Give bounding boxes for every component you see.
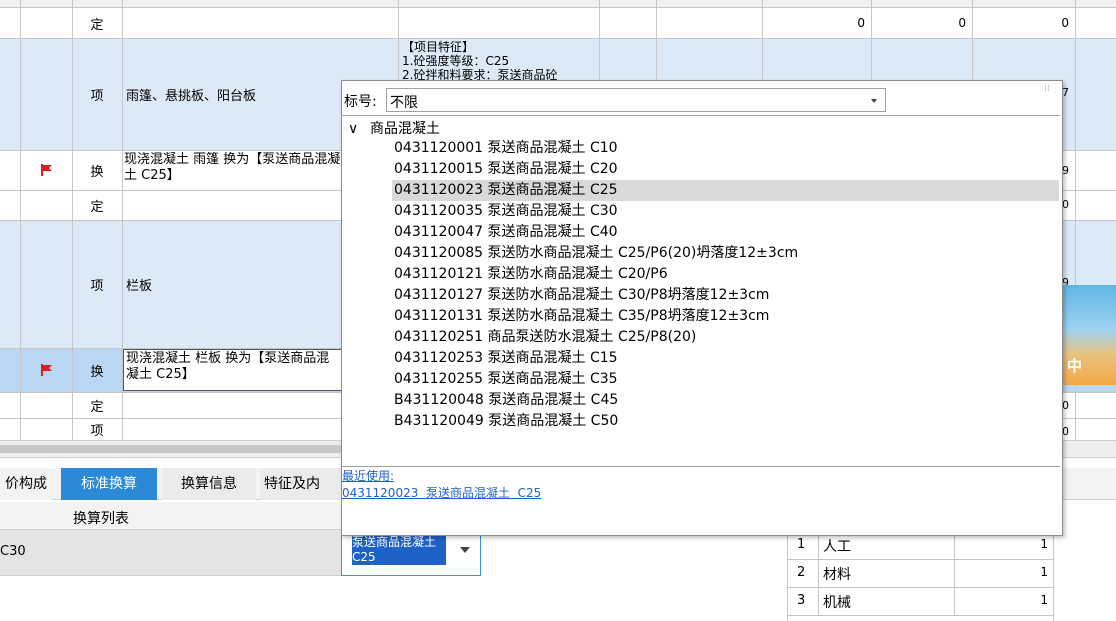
tab-standard-conversion[interactable]: 标准换算 — [61, 468, 157, 500]
widget-label: 中 — [1067, 357, 1083, 375]
list-item[interactable]: 0431120085 泵送防水商品混凝土 C25/P6(20)坍落度12±3cm — [394, 243, 798, 264]
item-name[interactable]: 现浇混凝土 雨篷 换为【泵送商品混凝土 C25】 — [124, 152, 342, 188]
list-item[interactable]: B431120049 泵送商品混凝土 C50 — [394, 411, 618, 432]
list-item-selected[interactable]: 0431120023 泵送商品混凝土 C25 — [392, 180, 1059, 201]
row-value: 1 — [1040, 593, 1048, 607]
list-item[interactable]: 0431120015 泵送商品混凝土 C20 — [394, 159, 618, 180]
chevron-down-icon[interactable] — [871, 99, 877, 103]
resize-grip-icon[interactable]: ⁞⁞ — [1044, 84, 1050, 94]
chevron-down-icon[interactable]: ∨ — [348, 119, 362, 140]
group-label: 商品混凝土 — [370, 121, 440, 137]
conversion-list-title: 换算列表 — [73, 511, 129, 527]
filter-select[interactable]: 不限 — [386, 88, 886, 112]
flag-icon — [20, 150, 72, 190]
conversion-list-header — [0, 502, 341, 530]
combobox-value: 泵送商品混凝土 C25 — [352, 535, 446, 565]
list-item[interactable]: 0431120131 泵送防水商品混凝土 C35/P8坍落度12±3cm — [394, 306, 769, 327]
row-index: 3 — [797, 593, 806, 608]
item-name-editor[interactable]: 现浇混凝土 栏板 换为【泵送商品混凝土 C25】 — [123, 349, 343, 391]
row-type: 定 — [90, 199, 104, 215]
item-feature[interactable]: 【项目特征】 1.砼强度等级：C25 2.砼拌和料要求：泵送商品砼 — [402, 40, 598, 82]
filter-label: 标号: — [344, 94, 377, 110]
filter-value: 不限 — [390, 95, 418, 111]
tree-group[interactable]: ∨ 商品混凝土 — [348, 119, 440, 140]
list-item[interactable]: 0431120127 泵送防水商品混凝土 C30/P8坍落度12±3cm — [394, 285, 769, 306]
list-item[interactable]: 0431120035 泵送商品混凝土 C30 — [394, 201, 618, 222]
total-cell: 0 — [1062, 197, 1069, 211]
tab-conversion-info[interactable]: 换算信息 — [162, 468, 256, 500]
row-index: 1 — [797, 537, 806, 552]
list-item[interactable]: 0431120251 商品泵送防水混凝土 C25/P8(20) — [394, 327, 696, 348]
floating-widget[interactable]: 中 — [1061, 285, 1116, 385]
recent-item-link[interactable]: 0431120023 泵送商品混凝土 C25 — [342, 484, 541, 501]
total-cell: 9 — [1062, 163, 1069, 177]
scrollbar-thumb[interactable] — [0, 445, 341, 453]
total-cell: 0 — [1061, 16, 1069, 30]
list-item[interactable]: 0431120047 泵送商品混凝土 C40 — [394, 222, 618, 243]
total-cell: 0 — [1062, 424, 1069, 438]
row-name: 人工 — [823, 539, 851, 555]
row-value: 1 — [1040, 537, 1048, 551]
material-dropdown[interactable]: 标号: 不限 ⁞⁞ ∨ 商品混凝土 0431120001 泵送商品混凝土 C10 … — [341, 80, 1063, 536]
table-row[interactable]: 2 材料 1 — [787, 559, 1054, 588]
concrete-combobox[interactable]: 泵送商品混凝土 C25 — [341, 530, 481, 576]
row-type: 换 — [90, 164, 104, 180]
list-item[interactable]: 0431120253 泵送商品混凝土 C15 — [394, 348, 618, 369]
total-cell: 0 — [1062, 398, 1069, 412]
recent-label: 最近使用: — [342, 469, 395, 483]
row-name: 材料 — [823, 567, 851, 583]
row-name: 机械 — [823, 595, 851, 611]
row-type: 定 — [90, 399, 104, 415]
row-type: 项 — [90, 88, 104, 104]
tab-features[interactable]: 特征及内 — [260, 468, 342, 500]
row-value: 1 — [1040, 565, 1048, 579]
price-cell: 0 — [958, 16, 966, 30]
row-index: 2 — [797, 565, 806, 580]
grid-header — [0, 0, 1116, 8]
row-type: 项 — [90, 423, 104, 439]
total-cell: 7 — [1062, 85, 1069, 99]
chevron-down-icon[interactable] — [460, 547, 470, 553]
list-item[interactable]: 0431120121 泵送防水商品混凝土 C20/P6 — [394, 264, 668, 285]
item-name[interactable]: 栏板 — [126, 220, 326, 348]
tab-price-composition[interactable]: 价构成 — [0, 468, 52, 500]
list-item[interactable]: 0431120255 泵送商品混凝土 C35 — [394, 369, 618, 390]
row-type: 项 — [90, 278, 104, 294]
list-item[interactable]: B431120048 泵送商品混凝土 C45 — [394, 390, 618, 411]
qty-cell: 0 — [857, 16, 865, 30]
table-row[interactable]: 3 机械 1 — [787, 587, 1054, 616]
row-type: 换 — [90, 364, 104, 380]
row-type: 定 — [90, 17, 104, 33]
conversion-list-value: C30 — [0, 544, 26, 559]
flag-icon — [20, 348, 72, 392]
list-item[interactable]: 0431120001 泵送商品混凝土 C10 — [394, 138, 618, 159]
